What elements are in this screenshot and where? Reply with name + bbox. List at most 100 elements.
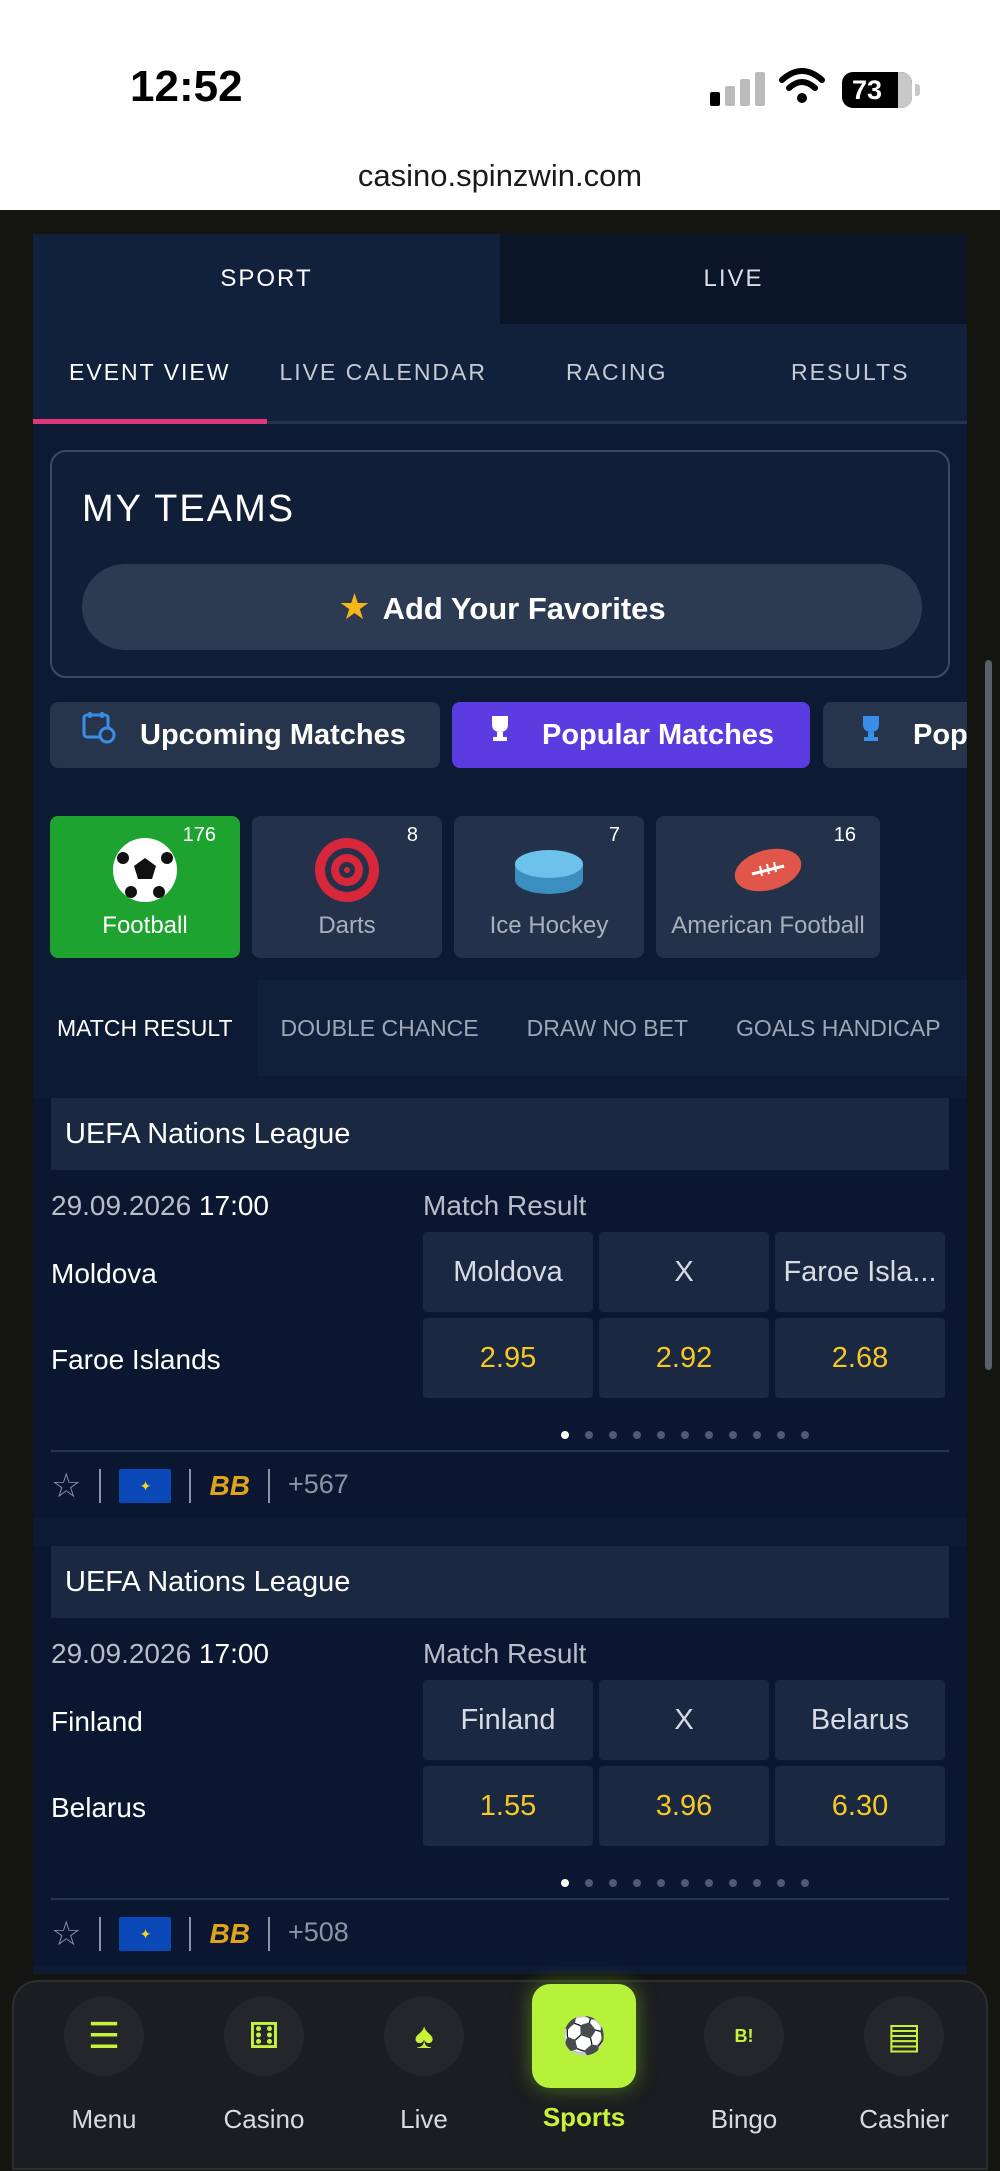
away-team[interactable]: Belarus (51, 1792, 146, 1824)
pagination-dots[interactable] (561, 1874, 825, 1892)
tab-double-chance[interactable]: DOUBLE CHANCE (257, 980, 503, 1076)
address-bar[interactable]: casino.spinzwin.com (0, 158, 1000, 194)
odds-draw-button[interactable]: 2.92 (599, 1318, 769, 1398)
nav-label: Live (400, 2104, 448, 2134)
calendar-clock-icon (82, 702, 116, 768)
dartboard-icon (315, 838, 379, 902)
more-markets-count[interactable]: +508 (288, 1917, 349, 1947)
outcome-header-home: Moldova (423, 1232, 593, 1312)
market-label: Match Result (423, 1190, 587, 1221)
nav-sports[interactable]: ⚽ Sports (509, 1984, 659, 2133)
bottom-navigation: ☰ Menu ⚅ Casino ♠ Live ⚽ Sports B! Bingo… (12, 1980, 988, 2170)
popular-chip-partial[interactable]: Pop (823, 702, 967, 768)
nav-live[interactable]: ♠ Live (349, 1996, 499, 2135)
popular-matches-label: Popular Matches (542, 719, 775, 751)
eu-flag-icon: ✦ (119, 1917, 172, 1951)
market-tabs: MATCH RESULT DOUBLE CHANCE DRAW NO BET G… (33, 980, 967, 1076)
battery-icon: 73 (842, 72, 920, 108)
tab-event-view[interactable]: EVENT VIEW (33, 324, 267, 424)
my-teams-card: MY TEAMS ★ Add Your Favorites (50, 450, 950, 678)
soccer-ball-icon (113, 838, 177, 902)
sport-count: 176 (182, 824, 216, 846)
trophy-icon (855, 702, 887, 768)
sport-label: Darts (318, 912, 376, 939)
league-header[interactable]: UEFA Nations League (51, 1098, 949, 1170)
sportsbook-panel: SPORT LIVE EVENT VIEW LIVE CALENDAR RACI… (33, 234, 967, 1974)
league-header[interactable]: UEFA Nations League (51, 1546, 949, 1618)
dice-icon: ⚅ (224, 1996, 304, 2076)
odds-home-button[interactable]: 2.95 (423, 1318, 593, 1398)
eu-flag-icon: ✦ (119, 1469, 172, 1503)
odds-home-button[interactable]: 1.55 (423, 1766, 593, 1846)
home-team[interactable]: Moldova (51, 1258, 157, 1290)
sport-darts[interactable]: 8 Darts (252, 816, 442, 958)
sport-count: 7 (608, 824, 620, 846)
tab-results[interactable]: RESULTS (734, 324, 968, 421)
add-favorites-label: Add Your Favorites (382, 591, 666, 626)
nav-label: Menu (71, 2104, 137, 2134)
star-outline-icon[interactable]: ☆ (51, 1914, 81, 1954)
wifi-icon (779, 68, 825, 103)
tab-racing[interactable]: RACING (500, 324, 734, 421)
american-football-icon (734, 848, 802, 892)
bet-builder-badge[interactable]: BB (209, 1918, 249, 1950)
nav-cashier[interactable]: ▤ Cashier (829, 1996, 979, 2135)
star-outline-icon[interactable]: ☆ (51, 1466, 81, 1506)
divider (51, 1898, 949, 1900)
outcome-header-home: Finland (423, 1680, 593, 1760)
upcoming-matches-chip[interactable]: Upcoming Matches (50, 702, 440, 768)
outcome-header-away: Faroe Isla... (775, 1232, 945, 1312)
top-tabs: SPORT LIVE (33, 234, 967, 324)
sport-label: Ice Hockey (489, 912, 609, 939)
home-team[interactable]: Finland (51, 1706, 143, 1738)
sport-football[interactable]: 176 Football (50, 816, 240, 958)
nav-menu[interactable]: ☰ Menu (29, 1996, 179, 2135)
page-background: SPORT LIVE EVENT VIEW LIVE CALENDAR RACI… (0, 210, 1000, 2171)
hockey-puck-icon (515, 850, 583, 894)
odds-away-button[interactable]: 6.30 (775, 1766, 945, 1846)
more-markets-count[interactable]: +567 (288, 1469, 349, 1499)
nav-label: Sports (542, 2102, 626, 2132)
sport-label: American Football (671, 912, 865, 939)
hamburger-menu-icon: ☰ (64, 1996, 144, 2076)
odds-away-button[interactable]: 2.68 (775, 1318, 945, 1398)
star-icon: ★ (338, 586, 371, 627)
bet-builder-badge[interactable]: BB (209, 1470, 249, 1502)
sport-ice-hockey[interactable]: 7 Ice Hockey (454, 816, 644, 958)
nav-bingo[interactable]: B! Bingo (669, 1996, 819, 2135)
wallet-icon: ▤ (864, 1996, 944, 2076)
tab-live-calendar[interactable]: LIVE CALENDAR (267, 324, 501, 421)
trophy-icon (484, 702, 516, 768)
tab-match-result[interactable]: MATCH RESULT (33, 980, 257, 1076)
tab-goals-handicap[interactable]: GOALS HANDICAP (712, 980, 965, 1076)
outcome-header-draw: X (599, 1232, 769, 1312)
match-datetime: 29.09.2026 17:00 (51, 1638, 269, 1669)
market-label: Match Result (423, 1638, 587, 1669)
tab-draw-no-bet[interactable]: DRAW NO BET (503, 980, 712, 1076)
upcoming-matches-label: Upcoming Matches (140, 719, 406, 751)
tab-live[interactable]: LIVE (500, 234, 967, 324)
match-card: UEFA Nations League 29.09.2026 17:00 Mat… (33, 1546, 967, 1966)
match-card: UEFA Nations League 29.09.2026 17:00 Mat… (33, 1098, 967, 1518)
sport-label: Football (102, 912, 188, 939)
playing-cards-icon: ♠ (384, 1996, 464, 2076)
sport-count: 8 (406, 824, 418, 846)
scrollbar[interactable] (985, 660, 992, 1370)
clock: 12:52 (130, 62, 243, 111)
my-teams-title: MY TEAMS (82, 488, 296, 530)
nav-casino[interactable]: ⚅ Casino (189, 1996, 339, 2135)
sport-american-football[interactable]: 16 American Football (656, 816, 880, 958)
divider (51, 1450, 949, 1452)
soccer-ball-icon: ⚽ (532, 1984, 636, 2088)
tab-sport[interactable]: SPORT (33, 234, 500, 324)
nav-label: Casino (223, 2104, 305, 2134)
sub-tabs: EVENT VIEW LIVE CALENDAR RACING RESULTS (33, 324, 967, 424)
match-footer: ☆ ✦ BB +508 (51, 1914, 349, 1958)
outcome-header-away: Belarus (775, 1680, 945, 1760)
sport-count: 16 (833, 824, 856, 846)
popular-matches-chip[interactable]: Popular Matches (452, 702, 810, 768)
away-team[interactable]: Faroe Islands (51, 1344, 221, 1376)
pagination-dots[interactable] (561, 1426, 825, 1444)
add-favorites-button[interactable]: ★ Add Your Favorites (82, 564, 922, 650)
odds-draw-button[interactable]: 3.96 (599, 1766, 769, 1846)
